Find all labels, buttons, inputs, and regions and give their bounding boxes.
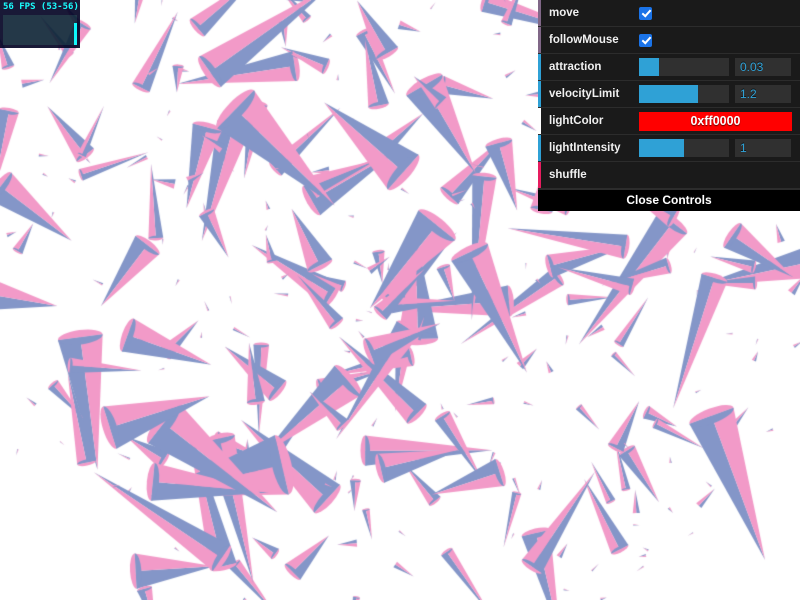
gui-row-move[interactable]: move: [538, 0, 800, 27]
gui-row-lightColor[interactable]: lightColor 0xff0000: [538, 108, 800, 135]
slider-fill: [639, 139, 684, 157]
gui-label-attraction: attraction: [549, 60, 602, 73]
slider-fill: [639, 58, 659, 76]
slider-fill: [639, 85, 699, 103]
slider-lightIntensity[interactable]: [639, 139, 729, 157]
dat-gui-panel[interactable]: move followMouse attraction 0.03 velocityLim…: [538, 0, 800, 211]
number-field-attraction[interactable]: 0.03: [735, 58, 791, 76]
gui-control-attraction: 0.03: [639, 54, 800, 80]
gui-label-move: move: [549, 6, 580, 19]
gui-label-velocityLimit: velocityLimit: [549, 87, 620, 100]
gui-row-type-marker: [538, 135, 541, 161]
fps-readout-label: 56 FPS (53-56): [3, 2, 79, 12]
gui-label-lightIntensity: lightIntensity: [549, 141, 621, 154]
fps-graph-bar: [74, 23, 77, 45]
gui-row-type-marker: [538, 162, 541, 188]
gui-row-lightIntensity[interactable]: lightIntensity 1: [538, 135, 800, 162]
fps-graph: [3, 15, 77, 45]
slider-attraction[interactable]: [639, 58, 729, 76]
gui-row-type-marker: [538, 108, 541, 134]
gui-row-type-marker: [538, 54, 541, 80]
gui-row-shuffle[interactable]: shuffle: [538, 162, 800, 189]
gui-label-followMouse: followMouse: [549, 33, 619, 46]
gui-control-lightIntensity: 1: [639, 135, 800, 161]
gui-label-lightColor: lightColor: [549, 114, 604, 127]
slider-velocityLimit[interactable]: [639, 85, 729, 103]
gui-row-type-marker: [538, 27, 541, 53]
app-stage: 56 FPS (53-56) move followMouse attraction…: [0, 0, 800, 600]
checkbox-move[interactable]: [639, 6, 652, 20]
number-field-velocityLimit[interactable]: 1.2: [735, 85, 791, 103]
gui-control-lightColor: 0xff0000: [639, 108, 800, 134]
gui-row-attraction[interactable]: attraction 0.03: [538, 54, 800, 81]
gui-control-shuffle: [639, 162, 800, 188]
color-swatch-lightColor[interactable]: 0xff0000: [639, 111, 792, 131]
gui-row-type-marker: [538, 0, 541, 26]
gui-row-type-marker: [538, 81, 541, 107]
gui-control-move: [639, 0, 800, 26]
close-controls-button[interactable]: Close Controls: [538, 189, 800, 211]
gui-row-list: move followMouse attraction 0.03 velocityLim…: [538, 0, 800, 189]
gui-label-shuffle: shuffle: [549, 168, 587, 181]
gui-row-velocityLimit[interactable]: velocityLimit 1.2: [538, 81, 800, 108]
fps-stats-panel[interactable]: 56 FPS (53-56): [0, 0, 80, 48]
checkbox-followMouse[interactable]: [639, 33, 652, 47]
gui-control-followMouse: [639, 27, 800, 53]
gui-control-velocityLimit: 1.2: [639, 81, 800, 107]
gui-row-followMouse[interactable]: followMouse: [538, 27, 800, 54]
number-field-lightIntensity[interactable]: 1: [735, 139, 791, 157]
